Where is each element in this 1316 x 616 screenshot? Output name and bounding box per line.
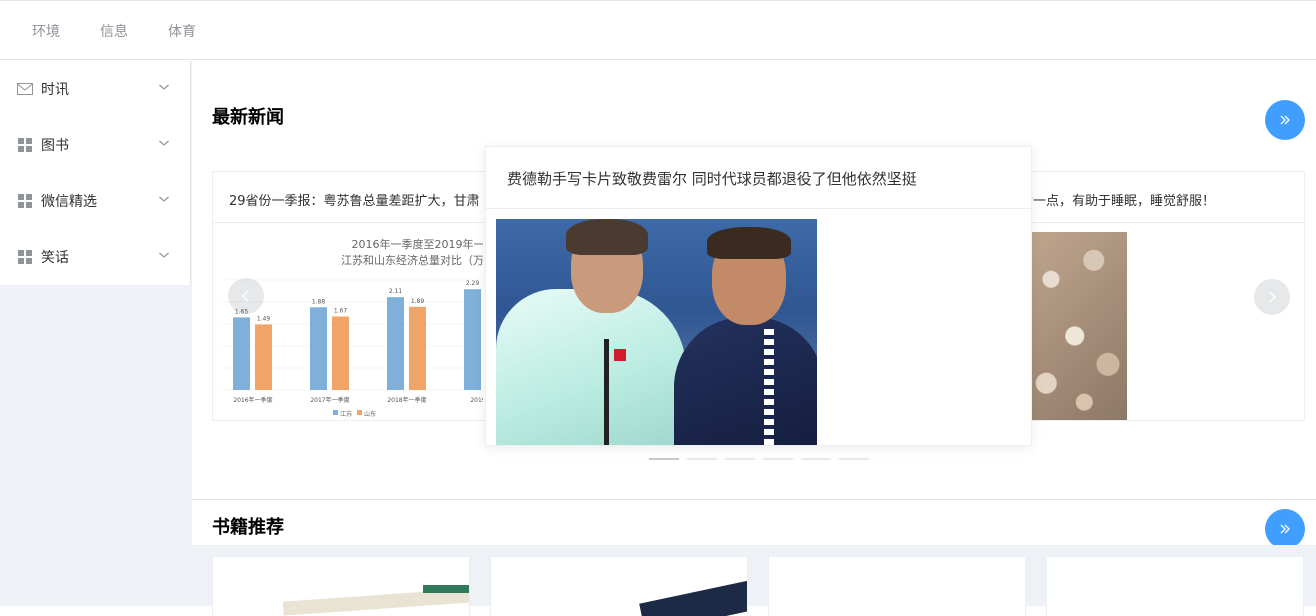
sidebar-menu: 时讯 图书 微信精选 笑话 [0,61,191,285]
legend-swatch-sd [357,410,362,415]
news-card-title: 费德勒手写卡片致敬费雷尔 同时代球员都退役了但他依然坚挺 [486,147,1031,209]
legend-label-sd: 山东 [364,410,376,418]
chevron-right-icon [1269,291,1276,303]
carousel-indicator[interactable] [687,458,717,460]
grid-icon [18,194,32,208]
sidebar: 时讯 图书 微信精选 笑话 [0,61,192,606]
grid-icon [18,250,32,264]
book-card[interactable] [1046,556,1304,616]
chevron-down-icon [159,196,169,202]
chart-tick-label: 2019年一 [470,396,483,404]
chart-tick-label: 2018年一季度 [387,396,426,404]
news-card-right[interactable]: 食一点，有助于睡眠，睡觉舒服！ [985,171,1305,421]
chart-data-label: 1.88 [312,298,326,305]
carousel-indicator[interactable] [725,458,755,460]
chart-data-label: 1.67 [334,308,348,315]
double-chevron-right-icon [1280,115,1290,125]
sidebar-item-books[interactable]: 图书 [0,117,191,173]
carousel-indicator[interactable] [839,458,869,460]
chevron-down-icon [159,84,169,90]
stones-image [1032,232,1127,420]
carousel-indicator[interactable] [649,458,679,460]
chevron-down-icon [159,140,169,146]
chart-data-label: 2.11 [389,288,403,295]
books-more-button[interactable] [1265,509,1305,549]
book-card[interactable] [768,556,1026,616]
double-chevron-right-icon [1280,524,1290,534]
economy-bar-chart: 2016年一季度至2019年一季度 江苏和山东经济总量对比（万亿元） 1.651… [221,237,484,418]
sidebar-item-jokes[interactable]: 笑话 [0,229,191,285]
sidebar-item-label: 时讯 [41,82,69,98]
legend-label-js: 江苏 [340,410,352,418]
news-card-active[interactable]: 费德勒手写卡片致敬费雷尔 同时代球员都退役了但他依然坚挺 [485,146,1032,446]
chart-bar [409,306,426,390]
chart-bar [255,324,272,390]
news-chart-image: 2016年一季度至2019年一季度 江苏和山东经济总量对比（万亿元） 1.651… [221,230,483,420]
carousel-next-button[interactable] [1254,279,1290,315]
mail-icon [17,83,33,95]
sidebar-item-wechat[interactable]: 微信精选 [0,173,191,229]
sidebar-item-label: 笑话 [41,250,69,266]
tennis-players-photo [496,219,817,445]
topnav-item-sports[interactable]: 体育 [168,21,196,41]
carousel-indicator[interactable] [763,458,793,460]
chart-title-line2: 江苏和山东经济总量对比（万亿元） [341,253,483,267]
sidebar-item-news[interactable]: 时讯 [0,61,191,117]
chart-bar [310,307,327,390]
section-title-books: 书籍推荐 [212,517,284,538]
book-card[interactable] [490,556,748,616]
chart-tick-label: 2017年一季度 [310,396,349,404]
chart-data-label: 1.89 [411,298,425,305]
chart-bar [332,316,349,390]
news-card-title: 食一点，有助于睡眠，睡觉舒服！ [986,172,1304,223]
carousel-prev-button[interactable] [228,278,264,314]
news-more-button[interactable] [1265,100,1305,140]
chevron-left-icon [242,290,249,302]
news-card-title: 29省份一季报：粤苏鲁总量差距扩大，甘肃 [213,172,511,223]
sidebar-item-label: 图书 [41,138,69,154]
legend-swatch-js [333,410,338,415]
chevron-down-icon [159,252,169,258]
chart-data-label: 2.29 [466,280,480,287]
topnav-item-environment[interactable]: 环境 [32,21,60,41]
top-navbar: 环境 信息 体育 [0,0,1316,60]
chart-bar [233,317,250,390]
grid-icon [18,138,32,152]
book-card[interactable] [212,556,470,616]
book-cover-image [639,578,747,616]
sidebar-item-label: 微信精选 [41,194,97,210]
chart-title-line1: 2016年一季度至2019年一季度 [352,237,484,251]
chart-tick-label: 2016年一季度 [233,396,272,404]
section-divider [192,499,1316,500]
topnav-item-info[interactable]: 信息 [100,21,128,41]
carousel-indicator[interactable] [801,458,831,460]
chart-bar [464,289,481,390]
chart-bar [387,297,404,390]
section-title-news: 最新新闻 [212,107,284,128]
chart-data-label: 1.49 [257,315,271,322]
